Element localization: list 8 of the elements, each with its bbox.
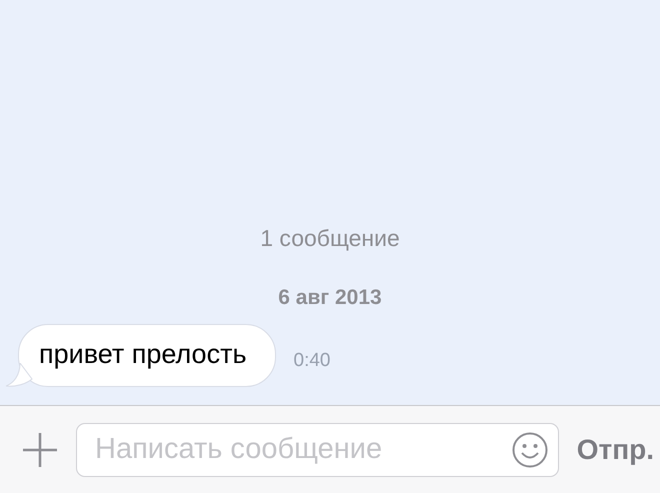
send-button[interactable]: Отпр.	[576, 434, 654, 466]
smiley-icon[interactable]	[512, 432, 548, 468]
message-count: 1 сообщение	[259, 225, 401, 252]
message-input-field[interactable]: Написать сообщение	[93, 432, 512, 467]
message-time: 0:40	[294, 350, 330, 372]
message-field[interactable]: Написать сообщение	[76, 422, 559, 476]
plus-icon[interactable]	[22, 432, 58, 468]
date-label: 6 авг 2013	[277, 286, 383, 310]
